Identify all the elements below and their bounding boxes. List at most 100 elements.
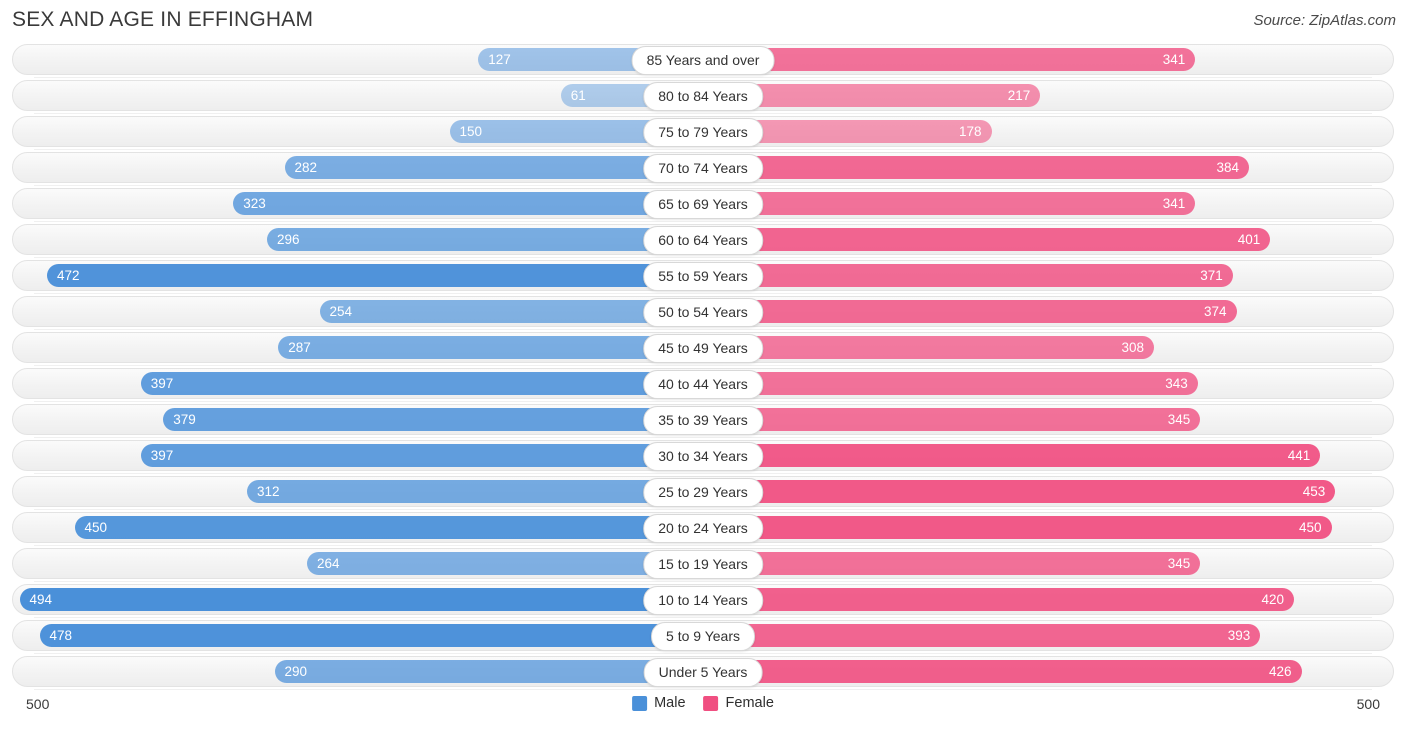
female-bar[interactable] bbox=[703, 588, 1294, 611]
female-half: 420 bbox=[703, 588, 1394, 611]
male-bar[interactable] bbox=[140, 444, 703, 467]
male-bar[interactable] bbox=[278, 336, 703, 359]
age-group-row[interactable]: 397 441 30 to 34 Years bbox=[12, 438, 1394, 474]
male-half: 150 bbox=[12, 120, 703, 143]
female-bar[interactable] bbox=[703, 408, 1201, 431]
female-value-label: 393 bbox=[1227, 628, 1251, 643]
male-half: 287 bbox=[12, 336, 703, 359]
male-half: 296 bbox=[12, 228, 703, 251]
age-group-label: 25 to 29 Years bbox=[643, 478, 763, 507]
population-pyramid-plot: 127 341 85 Years and over 61 217 80 to 84 Yea… bbox=[12, 42, 1394, 690]
male-value-label: 127 bbox=[488, 52, 511, 67]
age-group-row[interactable]: 61 217 80 to 84 Years bbox=[12, 78, 1394, 114]
age-group-row[interactable]: 150 178 75 to 79 Years bbox=[12, 114, 1394, 150]
female-bar[interactable] bbox=[703, 264, 1233, 287]
female-half: 450 bbox=[703, 516, 1394, 539]
legend-item-male[interactable]: Male bbox=[632, 695, 686, 711]
female-half: 341 bbox=[703, 192, 1394, 215]
male-bar[interactable] bbox=[140, 372, 703, 395]
age-group-label: 55 to 59 Years bbox=[643, 262, 763, 291]
age-group-row[interactable]: 287 308 45 to 49 Years bbox=[12, 330, 1394, 366]
female-bar[interactable] bbox=[703, 444, 1321, 467]
male-half: 282 bbox=[12, 156, 703, 179]
male-half: 323 bbox=[12, 192, 703, 215]
age-group-row[interactable]: 290 426 Under 5 Years bbox=[12, 654, 1394, 690]
age-group-label: 30 to 34 Years bbox=[643, 442, 763, 471]
male-value-label: 290 bbox=[284, 664, 308, 679]
female-half: 384 bbox=[703, 156, 1394, 179]
female-bar[interactable] bbox=[703, 156, 1249, 179]
male-value-label: 323 bbox=[243, 196, 266, 211]
axis-label-right: 500 bbox=[1356, 696, 1380, 712]
legend-item-female[interactable]: Female bbox=[703, 695, 774, 711]
male-bar[interactable] bbox=[284, 156, 703, 179]
male-half: 61 bbox=[12, 84, 703, 107]
male-bar[interactable] bbox=[274, 660, 703, 683]
legend-swatch-female-icon bbox=[703, 695, 719, 711]
age-group-row[interactable]: 264 345 15 to 19 Years bbox=[12, 546, 1394, 582]
male-bar[interactable] bbox=[267, 228, 703, 251]
chart-footer: 500 Male Female 500 bbox=[12, 690, 1394, 724]
female-bar[interactable] bbox=[703, 372, 1198, 395]
age-group-row[interactable]: 450 450 20 to 24 Years bbox=[12, 510, 1394, 546]
male-value-label: 312 bbox=[257, 484, 280, 499]
male-bar[interactable] bbox=[163, 408, 703, 431]
female-bar[interactable] bbox=[703, 660, 1302, 683]
female-bar[interactable] bbox=[703, 300, 1237, 323]
female-value-label: 345 bbox=[1167, 556, 1191, 571]
female-bar[interactable] bbox=[703, 48, 1196, 71]
female-bar[interactable] bbox=[703, 624, 1261, 647]
age-group-label: 40 to 44 Years bbox=[643, 370, 763, 399]
female-half: 426 bbox=[703, 660, 1394, 683]
age-group-row[interactable]: 494 420 10 to 14 Years bbox=[12, 582, 1394, 618]
female-half: 345 bbox=[703, 408, 1394, 431]
female-half: 341 bbox=[703, 48, 1394, 71]
legend-swatch-male-icon bbox=[632, 695, 648, 711]
female-bar[interactable] bbox=[703, 480, 1336, 503]
male-value-label: 254 bbox=[329, 304, 353, 319]
female-bar[interactable] bbox=[703, 516, 1332, 539]
male-half: 312 bbox=[12, 480, 703, 503]
age-group-row[interactable]: 379 345 35 to 39 Years bbox=[12, 402, 1394, 438]
female-value-label: 308 bbox=[1121, 340, 1144, 355]
age-group-row[interactable]: 296 401 60 to 64 Years bbox=[12, 222, 1394, 258]
age-group-label: 20 to 24 Years bbox=[643, 514, 763, 543]
age-group-label: 70 to 74 Years bbox=[643, 154, 763, 183]
age-group-row[interactable]: 478 393 5 to 9 Years bbox=[12, 618, 1394, 654]
male-bar[interactable] bbox=[39, 624, 703, 647]
male-value-label: 472 bbox=[57, 268, 80, 283]
age-group-row[interactable]: 282 384 70 to 74 Years bbox=[12, 150, 1394, 186]
female-bar[interactable] bbox=[703, 552, 1201, 575]
male-bar[interactable] bbox=[74, 516, 703, 539]
age-group-row[interactable]: 323 341 65 to 69 Years bbox=[12, 186, 1394, 222]
age-group-label: 45 to 49 Years bbox=[643, 334, 763, 363]
female-value-label: 371 bbox=[1200, 268, 1223, 283]
female-half: 178 bbox=[703, 120, 1394, 143]
age-group-label: Under 5 Years bbox=[643, 658, 763, 687]
male-bar[interactable] bbox=[19, 588, 703, 611]
female-bar[interactable] bbox=[703, 336, 1154, 359]
male-value-label: 287 bbox=[288, 340, 311, 355]
male-half: 478 bbox=[12, 624, 703, 647]
age-group-label: 10 to 14 Years bbox=[643, 586, 763, 615]
female-bar[interactable] bbox=[703, 228, 1271, 251]
age-group-row[interactable]: 254 374 50 to 54 Years bbox=[12, 294, 1394, 330]
male-bar[interactable] bbox=[247, 480, 703, 503]
male-bar[interactable] bbox=[233, 192, 703, 215]
age-group-row[interactable]: 127 341 85 Years and over bbox=[12, 42, 1394, 78]
male-bar[interactable] bbox=[47, 264, 703, 287]
age-group-label: 75 to 79 Years bbox=[643, 118, 763, 147]
age-group-row[interactable]: 472 371 55 to 59 Years bbox=[12, 258, 1394, 294]
female-bar[interactable] bbox=[703, 192, 1196, 215]
age-group-row[interactable]: 312 453 25 to 29 Years bbox=[12, 474, 1394, 510]
age-group-label: 5 to 9 Years bbox=[651, 622, 755, 651]
male-value-label: 150 bbox=[459, 124, 483, 139]
male-value-label: 264 bbox=[317, 556, 340, 571]
male-half: 379 bbox=[12, 408, 703, 431]
male-half: 397 bbox=[12, 372, 703, 395]
male-value-label: 450 bbox=[84, 520, 108, 535]
age-group-label: 80 to 84 Years bbox=[643, 82, 763, 111]
age-group-row[interactable]: 397 343 40 to 44 Years bbox=[12, 366, 1394, 402]
female-half: 393 bbox=[703, 624, 1394, 647]
legend-label: Female bbox=[725, 695, 774, 711]
